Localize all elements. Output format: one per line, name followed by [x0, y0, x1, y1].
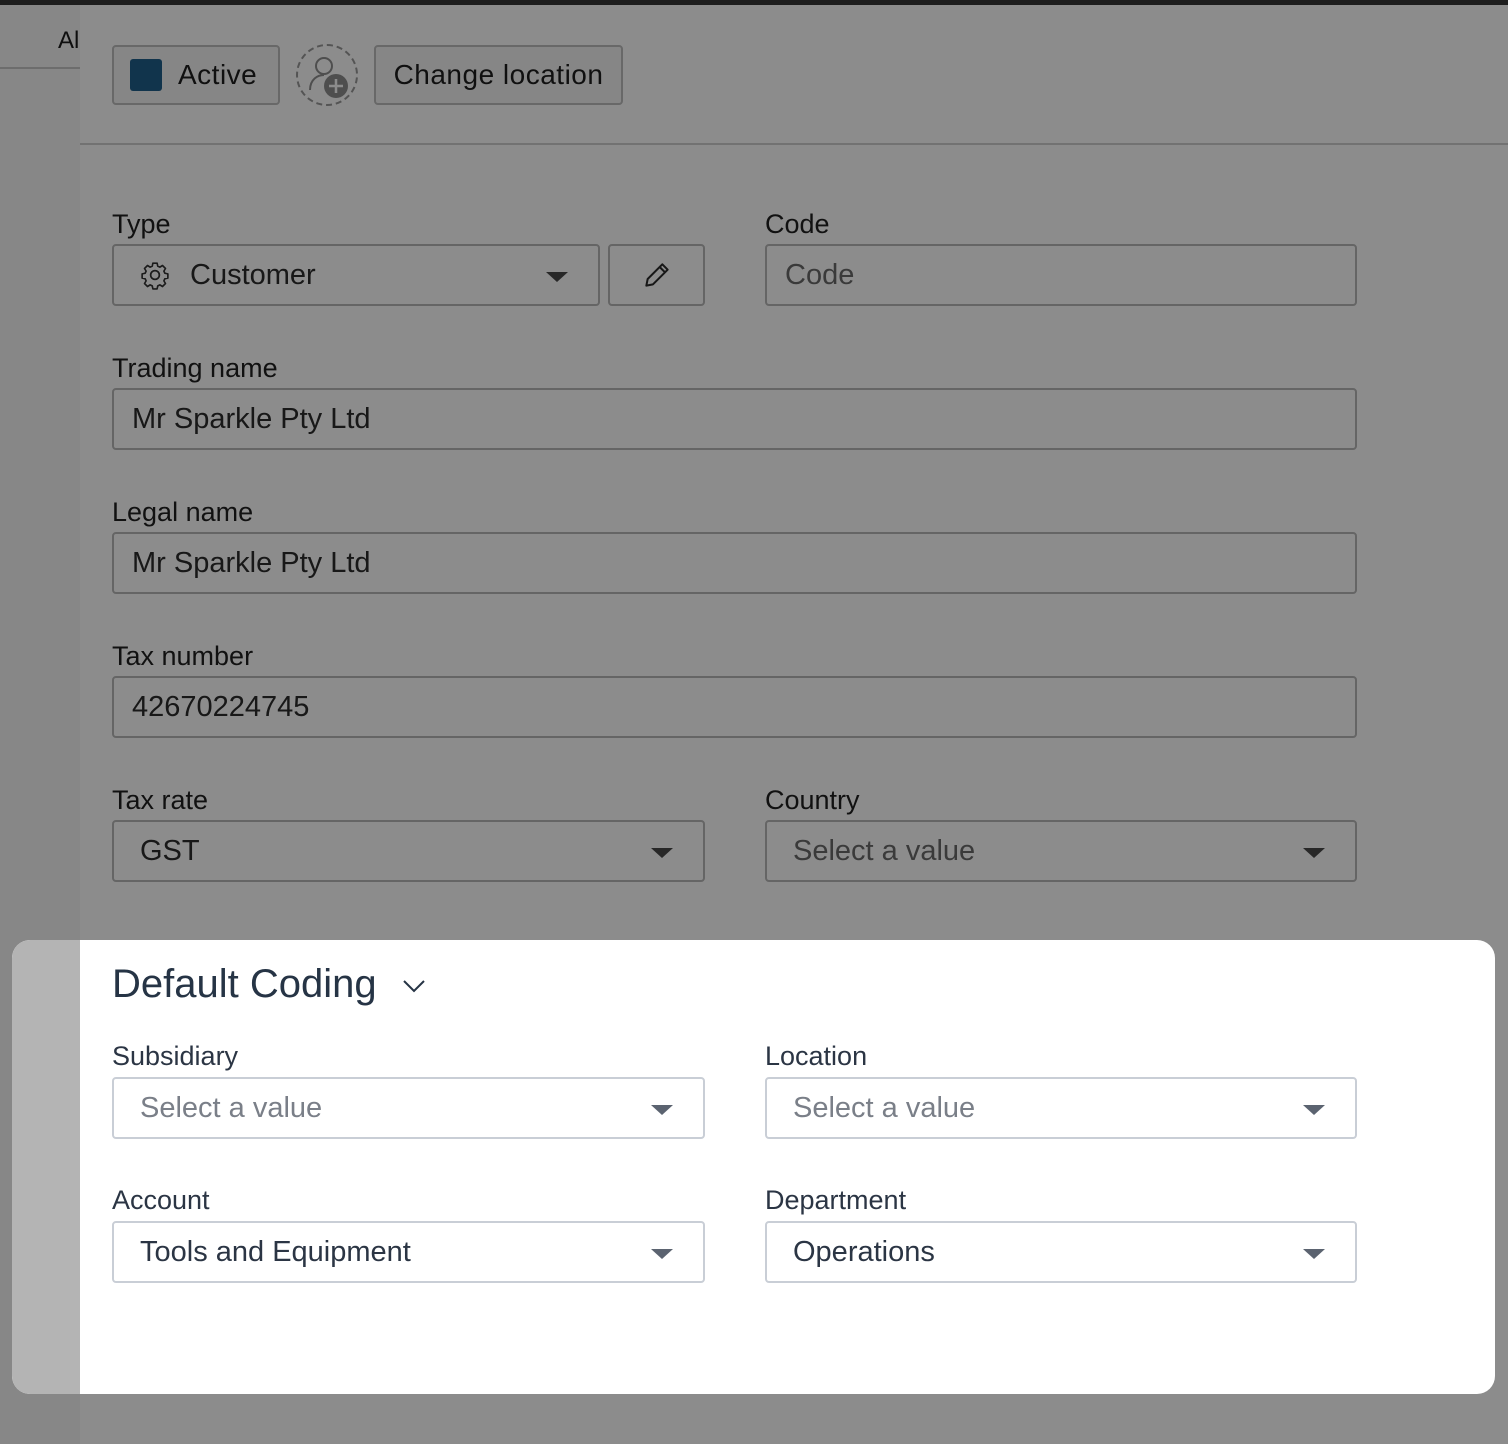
- chevron-down-icon: [1303, 848, 1325, 858]
- gear-icon: [141, 262, 169, 290]
- type-select[interactable]: Customer: [112, 244, 600, 306]
- edit-type-button[interactable]: [608, 244, 705, 306]
- drawer-toolbar: Active Change location: [80, 5, 1508, 145]
- chevron-down-icon: [546, 272, 568, 282]
- tax-number-label: Tax number: [112, 641, 254, 671]
- type-value: Customer: [190, 258, 316, 291]
- chevron-down-icon: [1303, 1105, 1325, 1115]
- code-input[interactable]: Code: [765, 244, 1357, 306]
- status-color-swatch: [130, 59, 162, 91]
- chevron-down-icon[interactable]: [402, 978, 426, 994]
- tax-number-input[interactable]: 42670224745: [112, 676, 1357, 738]
- location-placeholder: Select a value: [793, 1091, 976, 1124]
- type-label: Type: [112, 209, 171, 239]
- section-side-strip: [12, 940, 80, 1394]
- account-select[interactable]: Tools and Equipment: [112, 1221, 705, 1283]
- chevron-down-icon: [651, 1249, 673, 1259]
- legal-name-input[interactable]: Mr Sparkle Pty Ltd: [112, 532, 1357, 594]
- tax-rate-value: GST: [140, 834, 200, 867]
- status-button[interactable]: Active: [112, 45, 280, 105]
- location-select[interactable]: Select a value: [765, 1077, 1357, 1139]
- add-user-button[interactable]: [296, 44, 358, 106]
- tax-rate-label: Tax rate: [112, 785, 209, 815]
- legal-name-label: Legal name: [112, 497, 254, 527]
- chevron-down-icon: [1303, 1249, 1325, 1259]
- country-select[interactable]: Select a value: [765, 820, 1357, 882]
- subsidiary-select[interactable]: Select a value: [112, 1077, 705, 1139]
- account-value: Tools and Equipment: [140, 1235, 411, 1268]
- department-label: Department: [765, 1185, 907, 1215]
- change-location-button[interactable]: Change location: [374, 45, 623, 105]
- account-label: Account: [112, 1185, 210, 1215]
- chevron-down-icon: [651, 848, 673, 858]
- code-placeholder: Code: [785, 258, 855, 291]
- trading-name-input[interactable]: Mr Sparkle Pty Ltd: [112, 388, 1357, 450]
- change-location-label: Change location: [393, 59, 604, 90]
- chevron-down-icon: [651, 1105, 673, 1115]
- tax-rate-select[interactable]: GST: [112, 820, 705, 882]
- subsidiary-placeholder: Select a value: [140, 1091, 323, 1124]
- department-value: Operations: [793, 1235, 935, 1268]
- code-label: Code: [765, 209, 830, 239]
- legal-name-value: Mr Sparkle Pty Ltd: [132, 546, 371, 579]
- trading-name-value: Mr Sparkle Pty Ltd: [132, 402, 371, 435]
- department-select[interactable]: Operations: [765, 1221, 1357, 1283]
- default-coding-section: Default Coding Subsidiary Select a value…: [12, 940, 1495, 1394]
- location-label: Location: [765, 1041, 868, 1071]
- trading-name-label: Trading name: [112, 353, 278, 383]
- country-label: Country: [765, 785, 860, 815]
- tax-number-value: 42670224745: [132, 690, 310, 723]
- pencil-icon: [644, 263, 669, 287]
- subsidiary-label: Subsidiary: [112, 1041, 239, 1071]
- country-placeholder: Select a value: [793, 834, 976, 867]
- status-label: Active: [178, 59, 258, 90]
- section-title: Default Coding: [112, 962, 377, 1006]
- add-user-icon: [309, 57, 348, 98]
